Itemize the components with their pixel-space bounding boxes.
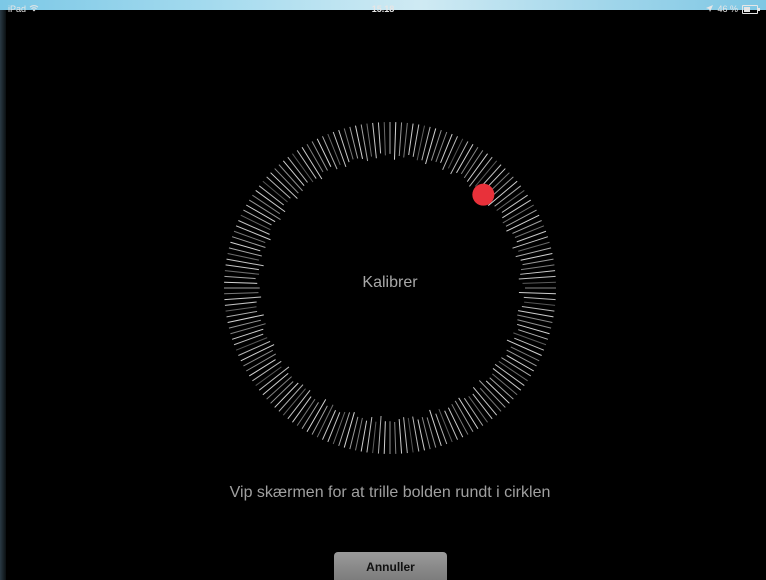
battery-percent: 46 % bbox=[717, 4, 738, 14]
clock: 15.18 bbox=[371, 4, 395, 14]
app-frame: iPad 15.18 46 % Kalibrer Vip skærmen for… bbox=[0, 0, 766, 580]
dial-tick bbox=[429, 409, 442, 447]
dial-tick bbox=[518, 329, 549, 340]
dial-tick bbox=[332, 131, 347, 168]
dial-tick bbox=[316, 138, 332, 167]
dial-tick bbox=[514, 337, 545, 351]
dial-tick bbox=[478, 380, 506, 408]
dial-tick bbox=[226, 310, 258, 318]
dial-tick bbox=[516, 230, 547, 243]
dial-tick bbox=[435, 413, 448, 445]
dial-tick bbox=[372, 122, 377, 159]
dial-tick bbox=[510, 346, 540, 362]
battery-tip bbox=[758, 7, 760, 11]
dial-tick bbox=[338, 412, 351, 447]
dial-tick bbox=[327, 133, 341, 165]
dial-tick bbox=[258, 366, 290, 391]
dial-tick bbox=[492, 368, 522, 391]
dial-tick bbox=[398, 418, 403, 454]
dial-tick bbox=[270, 172, 298, 199]
dial-tick bbox=[366, 416, 373, 453]
dial-tick bbox=[225, 264, 259, 271]
dial-tick bbox=[235, 337, 268, 351]
dial-tick bbox=[322, 410, 337, 440]
dial-tick bbox=[520, 264, 555, 271]
dial-tick bbox=[233, 333, 264, 346]
dial-tick bbox=[225, 306, 257, 312]
dial-tick bbox=[274, 382, 299, 408]
dial-tick bbox=[494, 363, 525, 386]
dial-tick bbox=[230, 323, 266, 335]
dial-tick bbox=[224, 301, 257, 306]
dial-tick bbox=[393, 122, 397, 160]
dial-tick bbox=[403, 122, 408, 158]
dial-tick bbox=[327, 412, 341, 443]
cancel-button[interactable]: Annuller bbox=[334, 552, 447, 580]
calibrate-label: Kalibrer bbox=[362, 274, 418, 291]
dial-tick bbox=[408, 123, 414, 156]
battery-icon bbox=[742, 4, 760, 14]
dial-tick bbox=[523, 296, 556, 301]
calibration-ball bbox=[472, 183, 495, 206]
dial-tick bbox=[332, 411, 346, 445]
dial-tick bbox=[255, 190, 286, 213]
dial-tick bbox=[398, 122, 403, 157]
dial-tick bbox=[513, 332, 547, 346]
dial-tick bbox=[430, 129, 442, 161]
dial-tick bbox=[287, 390, 311, 420]
dial-tick bbox=[231, 236, 266, 249]
location-arrow-icon bbox=[706, 4, 714, 14]
dial-tick bbox=[425, 128, 437, 165]
dial-tick bbox=[383, 122, 386, 156]
dial-tick bbox=[440, 133, 453, 164]
dial-tick bbox=[233, 230, 266, 244]
dial-tick bbox=[338, 129, 350, 163]
dial-tick bbox=[282, 388, 306, 416]
dial-tick bbox=[383, 421, 386, 454]
dial-tick bbox=[274, 168, 299, 194]
dial-tick bbox=[407, 417, 414, 453]
dial-tick bbox=[360, 420, 368, 452]
dial-tick bbox=[472, 386, 498, 416]
dial-tick bbox=[377, 415, 382, 454]
dial-tick bbox=[518, 292, 556, 295]
dial-tick bbox=[412, 416, 420, 452]
dial-tick bbox=[524, 301, 556, 306]
dial-tick bbox=[522, 258, 554, 266]
dial-tick bbox=[403, 417, 408, 454]
dial-tick bbox=[444, 410, 458, 440]
status-bar: iPad 15.18 46 % bbox=[0, 0, 766, 26]
status-right: 46 % bbox=[706, 4, 760, 14]
instruction-text: Vip skærmen for at trille bolden rundt i… bbox=[229, 484, 551, 501]
dial-tick bbox=[512, 220, 542, 234]
dial-tick bbox=[514, 225, 545, 238]
dial-tick bbox=[278, 384, 304, 412]
dial-tick bbox=[231, 328, 264, 340]
dial-tick bbox=[394, 421, 397, 454]
dial-tick bbox=[521, 306, 555, 312]
dial-tick bbox=[224, 296, 262, 301]
dial-tick bbox=[468, 156, 493, 187]
dial-tick bbox=[517, 323, 550, 335]
dial-tick bbox=[412, 124, 420, 157]
dial-tick bbox=[377, 122, 382, 154]
dial-tick bbox=[512, 236, 549, 249]
battery-level-fill bbox=[744, 6, 750, 12]
dial-tick bbox=[224, 292, 259, 295]
dial-tick bbox=[366, 123, 373, 157]
dial-tick bbox=[372, 421, 377, 454]
dial-tick bbox=[343, 412, 355, 448]
dial-tick bbox=[278, 164, 303, 192]
dial-tick bbox=[435, 131, 448, 163]
